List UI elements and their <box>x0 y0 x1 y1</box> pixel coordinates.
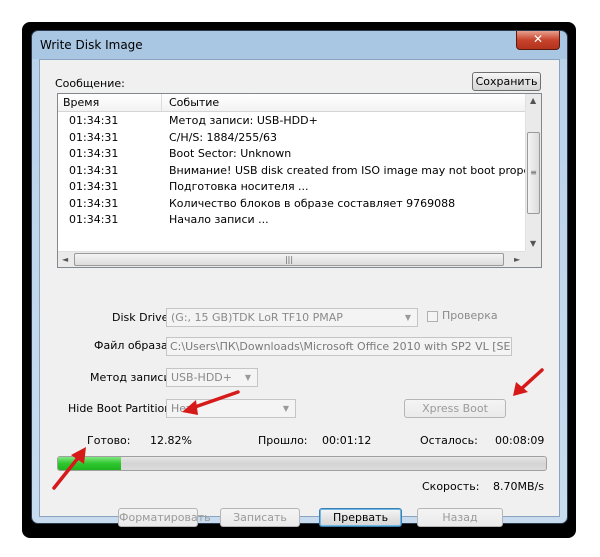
column-separator[interactable] <box>161 94 162 111</box>
scroll-down-icon[interactable]: ▼ <box>530 239 536 248</box>
list-item[interactable]: 01:34:31 Внимание! USB disk created from … <box>58 163 541 179</box>
list-item[interactable]: 01:34:31 Подготовка носителя ... <box>58 179 526 195</box>
vertical-scroll-thumb[interactable]: ≡ <box>527 132 540 214</box>
hide-boot-partition-label: Hide Boot Partition: <box>68 402 175 415</box>
annotation-arrow-icon <box>52 447 86 490</box>
done-value: 12.82% <box>150 434 192 447</box>
scroll-right-icon[interactable]: ► <box>514 255 520 264</box>
log-time: 01:34:31 <box>69 114 119 127</box>
chevron-down-icon: ▼ <box>282 404 290 413</box>
log-list-header: Время Событие <box>58 94 526 112</box>
column-header-event[interactable]: Событие <box>169 96 219 109</box>
log-time: 01:34:31 <box>69 213 119 226</box>
format-button[interactable]: Форматировать <box>118 508 211 527</box>
annotation-arrow-icon <box>513 368 544 396</box>
close-button[interactable]: ✕ <box>516 31 560 50</box>
list-item[interactable]: 01:34:31 Количество блоков в образе соста… <box>58 196 526 212</box>
annotation-arrow-icon <box>182 390 240 415</box>
image-file-label: Файл образа: <box>94 339 172 352</box>
horizontal-scrollbar[interactable]: ◄ ||| ► <box>58 251 526 267</box>
scroll-up-icon[interactable]: ▲ <box>530 96 536 105</box>
abort-button[interactable]: Прервать <box>319 508 402 527</box>
write-method-select[interactable]: USB-HDD+ ▼ <box>166 368 258 387</box>
progress-bar <box>57 456 547 471</box>
log-time: 01:34:31 <box>69 163 119 177</box>
elapsed-value: 00:01:12 <box>322 434 372 447</box>
list-item[interactable]: 01:34:31 Метод записи: USB-HDD+ <box>58 113 526 129</box>
log-event: Количество блоков в образе составляет 97… <box>169 196 456 210</box>
back-button[interactable]: Назад <box>417 508 503 527</box>
log-event: Boot Sector: Unknown <box>169 147 292 160</box>
scroll-corner <box>525 251 541 267</box>
elapsed-label: Прошло: <box>258 434 308 447</box>
log-event: Подготовка носителя ... <box>169 180 309 193</box>
verify-label: Проверка <box>442 309 498 322</box>
remaining-value: 00:08:09 <box>495 434 545 447</box>
chevron-down-icon: ▼ <box>404 313 412 322</box>
remaining-label: Осталось: <box>420 434 478 447</box>
log-event: Метод записи: USB-HDD+ <box>169 114 318 127</box>
list-item[interactable]: 01:34:31 Boot Sector: Unknown <box>58 146 526 162</box>
list-item[interactable]: 01:34:31 C/H/S: 1884/255/63 <box>58 130 526 146</box>
log-event: Начало записи ... <box>169 213 269 226</box>
xpress-boot-button[interactable]: Xpress Boot <box>404 399 506 418</box>
scroll-left-icon[interactable]: ◄ <box>62 255 68 264</box>
log-list[interactable]: Время Событие 01:34:31 Метод записи: USB-… <box>57 93 542 268</box>
disk-drive-select[interactable]: (G:, 15 GB)TDK LoR TF10 PMAP ▼ <box>166 308 418 327</box>
column-header-time[interactable]: Время <box>63 96 99 109</box>
log-event: C/H/S: 1884/255/63 <box>169 130 277 144</box>
image-file-field[interactable]: C:\Users\ПК\Downloads\Microsoft Office 2… <box>166 337 512 356</box>
write-method-value: USB-HDD+ <box>171 371 232 384</box>
window-title: Write Disk Image <box>40 38 143 52</box>
disk-drive-value: (G:, 15 GB)TDK LoR TF10 PMAP <box>171 311 343 324</box>
log-time: 01:34:31 <box>69 196 119 210</box>
write-method-label: Метод записи: <box>90 371 175 384</box>
speed-value: 8.70MB/s <box>493 480 544 493</box>
log-time: 01:34:31 <box>69 147 119 160</box>
speed-label: Скорость: <box>422 480 480 493</box>
save-button[interactable]: Сохранить <box>472 72 541 91</box>
chevron-down-icon: ▼ <box>244 373 252 382</box>
log-label: Сообщение: <box>55 77 125 90</box>
disk-drive-label: Disk Drive: <box>112 311 173 324</box>
list-item[interactable]: 01:34:31 Начало записи ... <box>58 212 526 228</box>
write-button[interactable]: Записать <box>220 508 300 527</box>
log-time: 01:34:31 <box>69 180 119 193</box>
verify-checkbox[interactable] <box>427 311 438 322</box>
write-disk-image-window: Write Disk Image ✕ Сообщение: Сохранить … <box>31 30 568 527</box>
horizontal-scroll-thumb[interactable]: ||| <box>74 253 504 266</box>
done-label: Готово: <box>87 434 131 447</box>
log-time: 01:34:31 <box>69 130 119 144</box>
log-event: Внимание! USB disk created from ISO imag… <box>169 163 542 177</box>
dialog-client-area: Сообщение: Сохранить Время Событие 01:34… <box>39 59 560 527</box>
vertical-scrollbar[interactable]: ▲ ≡ ▼ <box>525 94 541 252</box>
